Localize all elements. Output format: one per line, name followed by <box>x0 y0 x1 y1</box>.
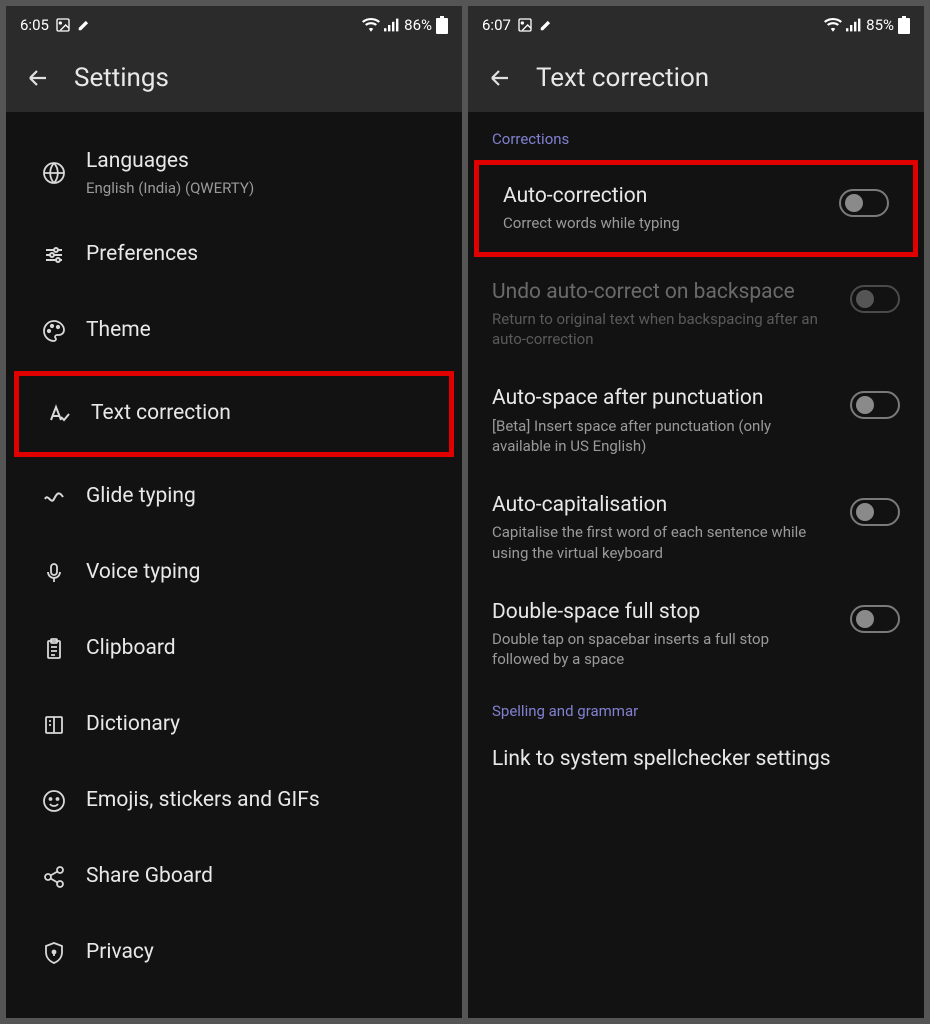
list-item-auto-space[interactable]: Auto-space after punctuation [Beta] Inse… <box>468 367 924 474</box>
text-check-icon <box>27 402 91 426</box>
toggle-auto-space[interactable] <box>850 391 900 419</box>
pencil-icon <box>539 18 553 32</box>
status-time: 6:05 <box>20 16 49 34</box>
list-item-voice-typing[interactable]: Voice typing <box>6 535 462 611</box>
highlight-box: Auto-correction Correct words while typi… <box>474 160 918 257</box>
settings-list: Languages English (India) (QWERTY) Prefe… <box>6 112 462 1018</box>
list-item-emojis[interactable]: Emojis, stickers and GIFs <box>6 763 462 839</box>
sliders-icon <box>22 243 86 267</box>
item-title: Share Gboard <box>86 863 438 890</box>
list-item-spellchecker[interactable]: Link to system spellchecker settings <box>468 728 924 791</box>
status-battery: 86% <box>404 16 432 34</box>
list-item-theme[interactable]: Theme <box>6 293 462 369</box>
battery-icon <box>898 16 910 34</box>
item-subtitle: Return to original text when backspacing… <box>492 309 830 350</box>
share-icon <box>22 865 86 889</box>
page-title: Settings <box>74 63 169 93</box>
book-icon <box>22 713 86 737</box>
globe-icon <box>22 161 86 185</box>
list-item-share[interactable]: Share Gboard <box>6 839 462 915</box>
item-title: Link to system spellchecker settings <box>492 746 892 773</box>
phone-left: 6:05 86% Settings <box>6 6 462 1018</box>
item-title: Preferences <box>86 241 438 268</box>
status-bar: 6:05 86% <box>6 6 462 44</box>
list-item-auto-cap[interactable]: Auto-capitalisation Capitalise the first… <box>468 474 924 581</box>
list-item-text-correction[interactable]: Text correction <box>19 376 449 452</box>
battery-icon <box>436 16 448 34</box>
toggle-auto-cap[interactable] <box>850 498 900 526</box>
image-icon <box>517 17 533 33</box>
signal-icon <box>384 18 400 32</box>
phone-right: 6:07 85% Text correction C <box>468 6 924 1018</box>
list-item-privacy[interactable]: Privacy <box>6 915 462 991</box>
item-title: Privacy <box>86 939 438 966</box>
item-title: Undo auto-correct on backspace <box>492 279 830 306</box>
item-title: Voice typing <box>86 559 438 586</box>
item-title: Emojis, stickers and GIFs <box>86 787 438 814</box>
item-subtitle: English (India) (QWERTY) <box>86 178 438 198</box>
list-item-double-space[interactable]: Double-space full stop Double tap on spa… <box>468 581 924 688</box>
item-title: Auto-correction <box>503 183 819 210</box>
glide-icon <box>22 485 86 509</box>
item-title: Theme <box>86 317 438 344</box>
item-title: Text correction <box>91 400 433 427</box>
section-corrections: Corrections <box>468 130 924 156</box>
list-item-auto-correction[interactable]: Auto-correction Correct words while typi… <box>479 165 913 252</box>
clipboard-icon <box>22 637 86 661</box>
list-item-preferences[interactable]: Preferences <box>6 217 462 293</box>
highlight-box: Text correction <box>14 371 454 457</box>
pencil-icon <box>77 18 91 32</box>
toggle-auto-correction[interactable] <box>839 189 889 217</box>
back-arrow-icon[interactable] <box>488 66 512 90</box>
list-item-glide-typing[interactable]: Glide typing <box>6 459 462 535</box>
item-title: Dictionary <box>86 711 438 738</box>
item-subtitle: Double tap on spacebar inserts a full st… <box>492 629 830 670</box>
mic-icon <box>22 561 86 585</box>
section-spelling: Spelling and grammar <box>468 688 924 728</box>
list-item-languages[interactable]: Languages English (India) (QWERTY) <box>6 130 462 217</box>
item-title: Auto-space after punctuation <box>492 385 830 412</box>
item-subtitle: [Beta] Insert space after punctuation (o… <box>492 416 830 457</box>
shield-icon <box>22 941 86 965</box>
emoji-icon <box>22 789 86 813</box>
list-item-clipboard[interactable]: Clipboard <box>6 611 462 687</box>
status-bar: 6:07 85% <box>468 6 924 44</box>
status-battery: 85% <box>866 16 894 34</box>
item-subtitle: Capitalise the first word of each senten… <box>492 522 830 563</box>
text-correction-list: Corrections Auto-correction Correct word… <box>468 112 924 1018</box>
back-arrow-icon[interactable] <box>26 66 50 90</box>
wifi-icon <box>362 18 380 32</box>
item-title: Auto-capitalisation <box>492 492 830 519</box>
palette-icon <box>22 319 86 343</box>
item-title: Clipboard <box>86 635 438 662</box>
toggle-double-space[interactable] <box>850 605 900 633</box>
signal-icon <box>846 18 862 32</box>
header: Text correction <box>468 44 924 112</box>
item-title: Glide typing <box>86 483 438 510</box>
item-subtitle: Correct words while typing <box>503 213 819 233</box>
item-title: Languages <box>86 148 438 175</box>
page-title: Text correction <box>536 63 709 93</box>
list-item-dictionary[interactable]: Dictionary <box>6 687 462 763</box>
status-time: 6:07 <box>482 16 511 34</box>
item-title: Double-space full stop <box>492 599 830 626</box>
list-item-undo-autocorrect: Undo auto-correct on backspace Return to… <box>468 261 924 368</box>
wifi-icon <box>824 18 842 32</box>
image-icon <box>55 17 71 33</box>
toggle-undo-autocorrect <box>850 285 900 313</box>
header: Settings <box>6 44 462 112</box>
